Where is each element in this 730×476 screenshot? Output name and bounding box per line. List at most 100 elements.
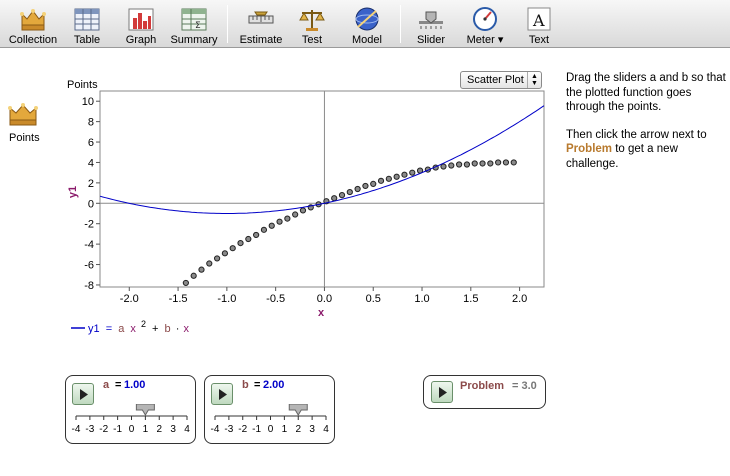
legend-exponent: 2 [141, 319, 146, 329]
instructions-paragraph-2: Then click the arrow next to Problem to … [566, 128, 726, 172]
collection-tool-label: Collection [8, 34, 58, 46]
svg-text:Σ: Σ [195, 21, 201, 31]
data-point[interactable] [292, 211, 299, 218]
data-point[interactable] [502, 159, 510, 166]
data-point[interactable] [253, 231, 260, 239]
table-tool-label: Table [73, 34, 101, 46]
y-tick-label: 6 [88, 137, 94, 149]
graph[interactable]: -2.0 -1.5 -1.0 -0.5 0.0 0.5 1.0 1.5 2.0 -8 -6 -4 -2 0… [0, 49, 560, 339]
x-tick-label: 1.5 [463, 293, 478, 305]
slider-tick-label: -4 [211, 424, 220, 435]
meter-tool-button[interactable]: Meter ▾ [462, 0, 508, 48]
data-point[interactable] [510, 159, 517, 166]
data-point[interactable] [284, 215, 291, 222]
text-tool-label: Text [528, 34, 550, 46]
problem-play-button[interactable] [431, 381, 453, 403]
slider-b[interactable]: b = 2.00 -4 -3 -2 -1 0 1 2 3 4 [204, 375, 335, 444]
data-point[interactable] [213, 255, 221, 262]
data-point[interactable] [276, 218, 283, 225]
data-point[interactable] [354, 185, 361, 193]
slider-a[interactable]: a = 1.00 -4 -3 -2 -1 0 1 2 3 4 [65, 375, 196, 444]
y-tick-label: 8 [88, 117, 94, 129]
legend-plus: + [152, 323, 158, 335]
y-axis-label: y1 [67, 186, 79, 198]
data-point[interactable] [331, 195, 338, 202]
graph-tool-button[interactable]: Graph [119, 0, 163, 48]
problem-value: = 3.0 [512, 380, 537, 392]
data-point[interactable] [299, 207, 307, 214]
data-point[interactable] [260, 226, 268, 233]
table-icon [74, 8, 100, 31]
slider-b-play-button[interactable] [211, 383, 233, 405]
plot-area[interactable] [99, 90, 545, 288]
x-tick-label: -0.5 [266, 293, 285, 305]
data-point[interactable] [471, 160, 478, 167]
estimate-tool-label: Estimate [239, 34, 283, 46]
slider-tick-label: 0 [129, 424, 135, 435]
data-point[interactable] [370, 180, 377, 187]
data-point[interactable] [479, 160, 486, 167]
collection-crown-icon [20, 9, 46, 31]
summary-tool-button[interactable]: Σ Summary [168, 0, 220, 48]
slider-a-track[interactable]: -4 -3 -2 -1 0 1 2 3 4 [66, 404, 197, 444]
data-point[interactable] [198, 266, 205, 273]
text-tool-button[interactable]: A Text [522, 0, 556, 48]
legend-dot: · [176, 323, 180, 335]
problem-box[interactable]: Problem = 3.0 [423, 375, 546, 409]
x-tick-label: -1.0 [217, 293, 236, 305]
slider-a-value[interactable]: 1.00 [124, 379, 145, 391]
legend-var-x2: x [183, 323, 189, 335]
slider-tool-label: Slider [416, 34, 446, 46]
slider-thumb[interactable] [135, 404, 155, 416]
slider-a-play-button[interactable] [72, 383, 94, 405]
data-point[interactable] [182, 279, 189, 287]
data-point[interactable] [409, 169, 416, 176]
slider-b-value[interactable]: 2.00 [263, 379, 284, 391]
data-point[interactable] [377, 177, 385, 184]
function-legend[interactable]: y1 = a x 2 + b · x [71, 318, 189, 335]
problem-keyword: Problem [566, 143, 613, 155]
instructions-paragraph-1: Drag the sliders a and b so that the plo… [566, 72, 726, 113]
data-point[interactable] [385, 175, 392, 182]
estimate-tool-button[interactable]: Estimate [236, 0, 286, 48]
data-point[interactable] [362, 182, 369, 190]
data-point[interactable] [190, 272, 197, 279]
slider-tool-button[interactable]: Slider [412, 0, 450, 48]
slider-thumb[interactable] [288, 404, 308, 416]
slider-icon [419, 11, 443, 29]
data-point[interactable] [268, 222, 275, 229]
table-tool-button[interactable]: Table [66, 0, 108, 48]
y-tick-label: 2 [88, 178, 94, 190]
text-icon: A [527, 7, 551, 31]
slider-b-track[interactable]: -4 -3 -2 -1 0 1 2 3 4 [205, 404, 336, 444]
data-point[interactable] [495, 159, 502, 166]
toolbar-separator [227, 5, 228, 43]
data-point[interactable] [448, 162, 455, 169]
slider-a-name: a [103, 379, 110, 391]
data-point[interactable] [456, 161, 463, 168]
collection-tool-button[interactable]: Collection [4, 0, 62, 48]
test-tool-button[interactable]: Test [295, 0, 329, 48]
data-point[interactable] [440, 163, 447, 170]
meter-icon [473, 7, 497, 31]
y-tick-label: 0 [88, 198, 94, 210]
data-point[interactable] [245, 235, 252, 243]
data-point[interactable] [393, 173, 400, 180]
data-point[interactable] [463, 161, 471, 168]
model-tool-button[interactable]: Model [348, 0, 386, 48]
play-icon [80, 389, 88, 400]
y-tick-label: 10 [82, 96, 94, 108]
legend-series-name: y1 [88, 323, 100, 335]
instructions-p2-start: Then click the arrow next to [566, 128, 707, 141]
legend-param-b: b [165, 323, 171, 335]
data-point[interactable] [237, 240, 244, 247]
data-point[interactable] [346, 188, 353, 196]
data-point[interactable] [487, 160, 494, 167]
data-point[interactable] [206, 260, 213, 267]
data-point[interactable] [229, 245, 236, 252]
data-point[interactable] [401, 171, 408, 178]
data-point[interactable] [221, 250, 229, 257]
model-tool-label: Model [352, 34, 382, 46]
x-tick-label: 0.5 [366, 293, 381, 305]
data-point[interactable] [338, 192, 346, 199]
